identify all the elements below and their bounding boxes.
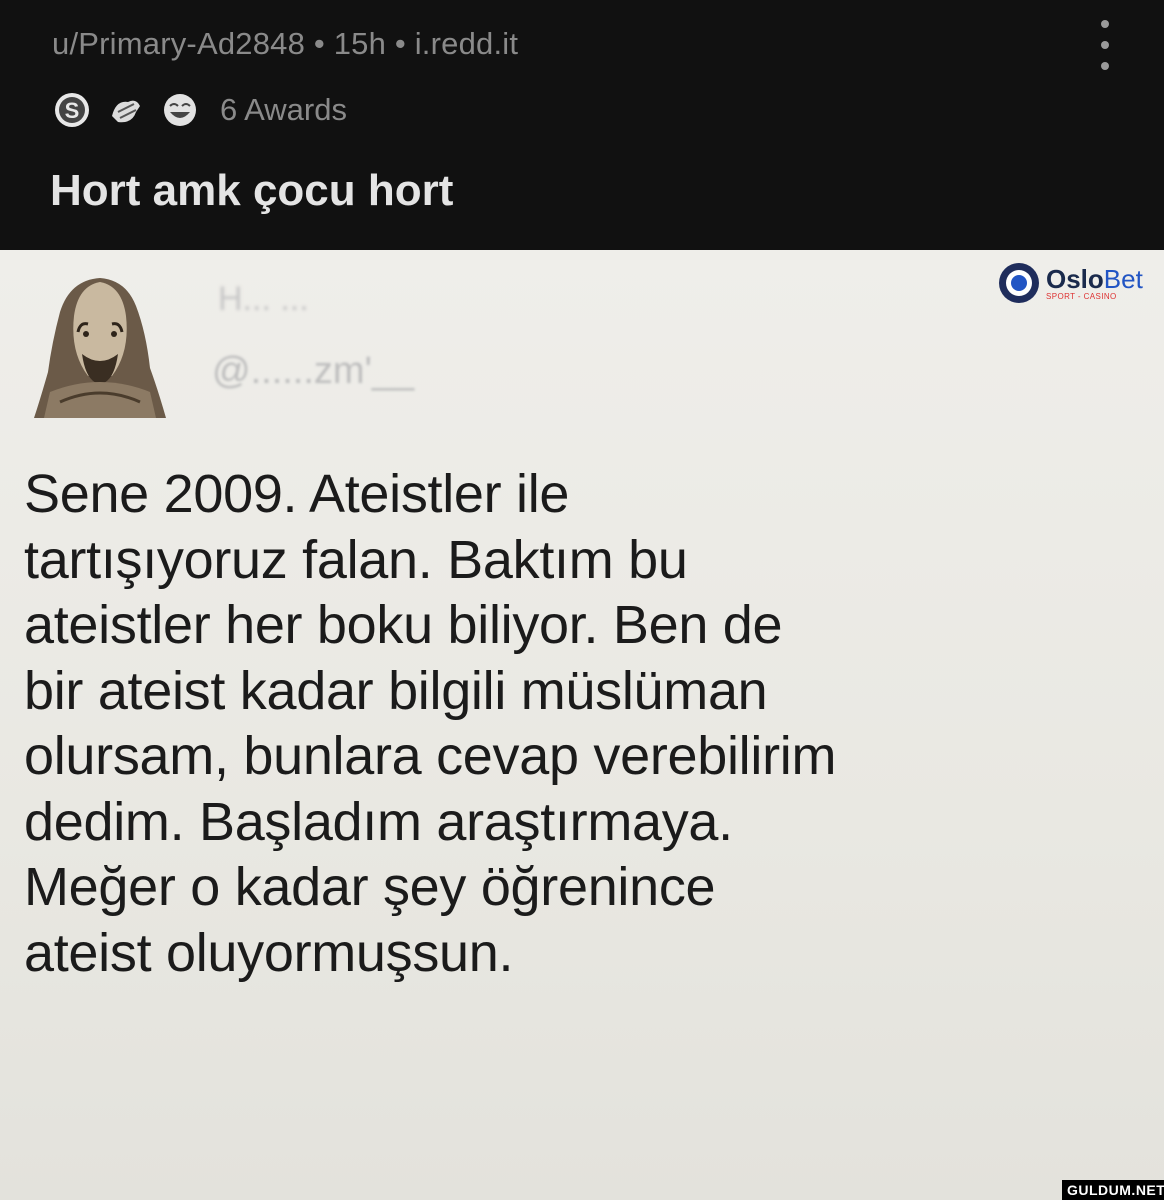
tweet-line: Meğer o kadar şey öğrenince: [24, 857, 716, 917]
awards-count: 6 Awards: [220, 92, 347, 127]
post-title[interactable]: Hort amk çocu hort: [50, 166, 453, 216]
tweet-line: olursam, bunlara cevap verebilirim: [24, 726, 837, 786]
blurred-handle: @......zm'__: [212, 350, 415, 392]
tweet-line: tartışıyoruz falan. Baktım bu: [24, 529, 688, 590]
tweet-line: ateistler her boku biliyor. Ben de: [24, 595, 783, 655]
oslobet-logo-icon: [999, 263, 1039, 303]
silver-award-icon: S: [55, 93, 89, 127]
tweet-line: ateist oluyormuşsun.: [24, 922, 514, 983]
logo-name-bet: Bet: [1103, 263, 1143, 294]
wholesome-award-icon: [112, 100, 140, 123]
site-watermark: GULDUM.NET: [1062, 1180, 1164, 1200]
logo-subtitle: SPORT - CASINO: [1046, 291, 1117, 301]
post-header: u/Primary-Ad2848 • 15h • i.redd.it S 6 A…: [0, 0, 1164, 250]
laughing-award-icon: [164, 94, 196, 126]
avatar: [34, 278, 166, 418]
post-image[interactable]: H... ... @......zm'__ OsloBet SPORT - CA…: [0, 250, 1164, 1200]
post-meta[interactable]: u/Primary-Ad2848 • 15h • i.redd.it: [52, 26, 518, 62]
svg-text:S: S: [65, 98, 80, 123]
tweet-line: Sene 2009. Ateistler ile: [24, 464, 570, 524]
more-options-icon[interactable]: [1090, 20, 1120, 70]
oslobet-logo: OsloBet SPORT - CASINO: [998, 256, 1158, 310]
awards-row[interactable]: S 6 Awards: [52, 86, 347, 134]
logo-name-oslo: Oslo: [1046, 263, 1104, 294]
tweet-text: Sene 2009. Ateistler ile tartışıyoruz fa…: [24, 462, 1154, 986]
tweet-line: dedim. Başladım araştırmaya.: [24, 791, 733, 852]
tweet-line: bir ateist kadar bilgili müslüman: [24, 660, 768, 721]
blurred-display-name: H... ...: [218, 280, 309, 318]
